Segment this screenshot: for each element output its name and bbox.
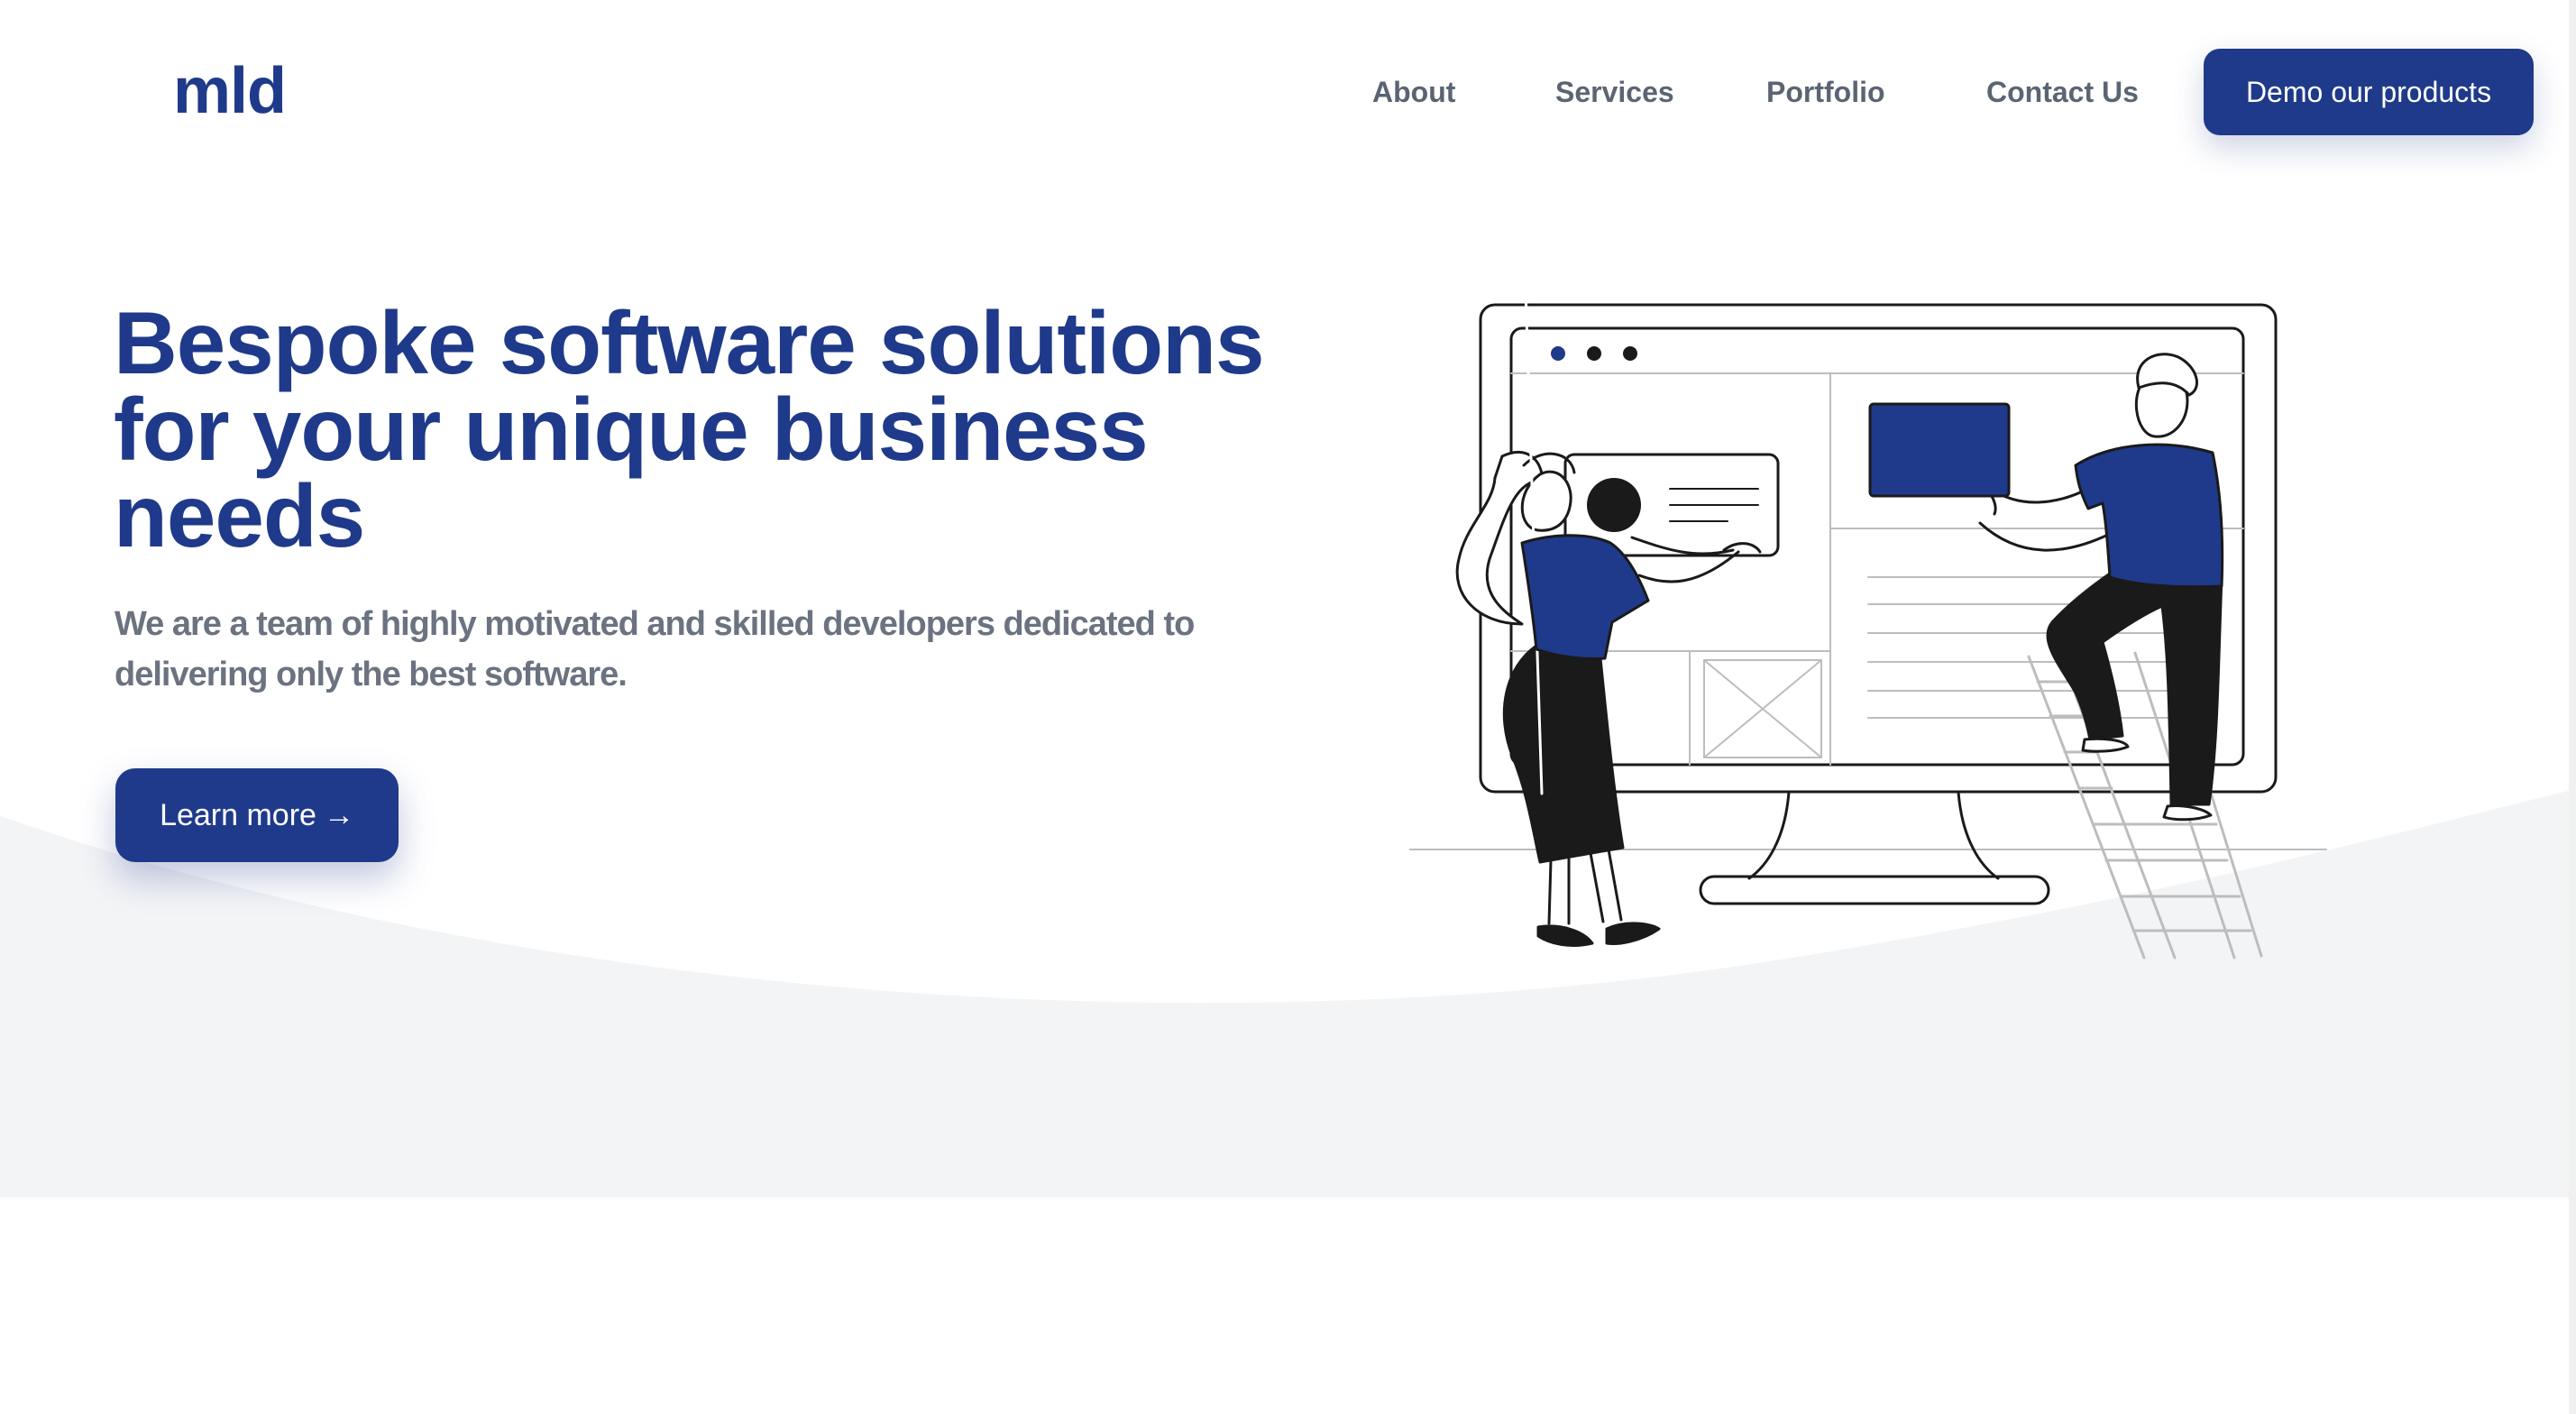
nav-link-portfolio[interactable]: Portfolio [1766, 69, 1885, 115]
demo-products-button[interactable]: Demo our products [2204, 49, 2534, 135]
nav-link-services[interactable]: Services [1555, 69, 1674, 115]
learn-more-button[interactable]: Learn more → [115, 768, 399, 862]
nav-link-about[interactable]: About [1372, 69, 1455, 115]
team-building-website-illustration [1409, 289, 2327, 960]
nav-link-contact-us[interactable]: Contact Us [1986, 69, 2139, 115]
learn-more-label: Learn more [160, 798, 316, 832]
hero-title: Bespoke software solutions for your uniq… [114, 293, 1265, 565]
hero-subtitle: We are a team of highly motivated and sk… [115, 605, 1195, 693]
page: mld About Services Portfolio Contact Us … [0, 0, 2576, 1414]
logo[interactable]: mld [173, 50, 287, 132]
arrow-right-icon: → [323, 798, 354, 832]
scrollbar[interactable] [2569, 0, 2576, 1414]
